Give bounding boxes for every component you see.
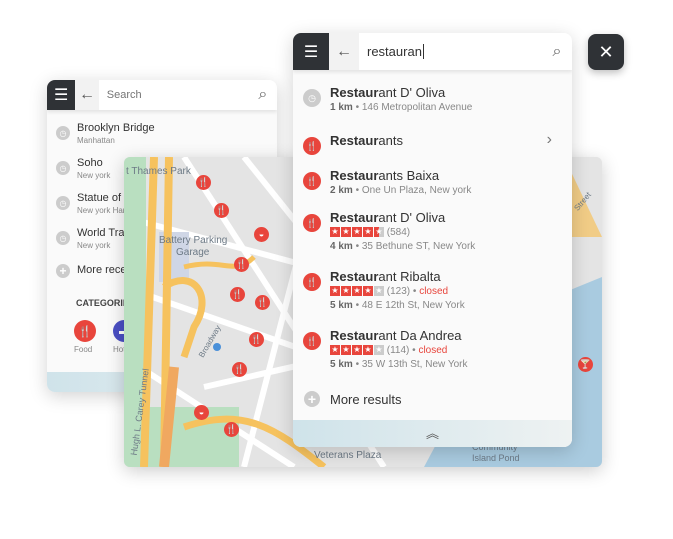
recent-name: Brooklyn Bridge [77,122,155,134]
star-icon: ★ [363,227,373,238]
result-meta: 2 km • One Un Plaza, New york [330,185,472,196]
fork-knife-icon: 🍴 [303,332,321,350]
back-button[interactable]: ← [329,33,359,70]
history-icon: ◷ [56,161,70,175]
restaurant-pin[interactable]: 🍴 [230,287,245,302]
recent-name: Soho [77,157,103,169]
cafe-pin[interactable]: ◒ [254,227,269,242]
star-icon: ★ [374,286,384,297]
history-icon: ◷ [56,126,70,140]
result-meta: 5 km • 35 W 13th St, New York [330,359,468,370]
search-input[interactable]: restauran [359,44,542,59]
fork-knife-icon: 🍴 [303,137,321,155]
plus-icon: + [304,391,320,407]
result-name: Restaurants Baixa [330,168,440,183]
result-meta: 5 km • 48 E 12th St, New York [330,300,465,311]
more-results[interactable]: + More results [293,390,572,410]
star-icon: ★ [330,227,340,238]
star-icon: ★ [374,227,384,238]
restaurant-pin[interactable]: 🍴 [232,362,247,377]
category-food[interactable]: 🍴 Food [74,320,96,354]
restaurant-pin[interactable]: 🍴 [255,295,270,310]
star-icon: ★ [352,345,362,356]
result-item[interactable]: 🍴 Restaurant Da Andrea ★ ★ ★ ★ ★ (114) • clos… [293,328,572,370]
star-icon: ★ [374,345,384,356]
star-icon: ★ [363,345,373,356]
review-count: (114) [386,345,410,356]
arrow-left-icon: ← [79,86,95,103]
menu-button[interactable]: ☰ [47,80,76,110]
hamburger-icon: ☰ [303,43,319,61]
history-icon: ◷ [303,89,321,107]
double-chevron-up-icon: ︽ [425,426,439,441]
map-label: Battery Parking [159,235,228,246]
chevron-right-icon: › [546,131,552,148]
fork-knife-icon: 🍴 [303,172,321,190]
star-icon: ★ [330,286,340,297]
result-name: Restaurant Ribalta [330,269,441,284]
star-icon: ★ [341,345,351,356]
restaurant-pin[interactable]: 🍴 [224,422,239,437]
hamburger-icon: ☰ [53,87,69,104]
star-icon: ★ [341,227,351,238]
search-results-panel: ☰ ← restauran ⌕ ◷ Restaurant D' Oliva 1 k… [293,33,572,447]
search-icon[interactable]: ⌕ [542,43,572,61]
arrow-left-icon: ← [336,42,352,60]
result-item[interactable]: 🍴 Restaurant Ribalta ★ ★ ★ ★ ★ (123) • closed… [293,269,572,311]
more-results-label: More results [330,392,402,407]
drink-pin[interactable]: 🍸 [578,357,593,372]
close-button[interactable]: ✕ [588,34,624,70]
restaurant-pin[interactable]: 🍴 [214,203,229,218]
search-input[interactable] [98,80,249,110]
result-name: Restaurant D' Oliva [330,210,446,225]
result-name: Restaurants [330,133,403,148]
star-icon: ★ [341,286,351,297]
map-label: t Thames Park [126,166,191,177]
review-count: (123) [386,286,411,297]
result-meta: 4 km • 35 Bethune ST, New York [330,241,476,252]
fork-knife-icon: 🍴 [74,320,96,342]
restaurant-pin[interactable]: 🍴 [249,332,264,347]
result-item[interactable]: 🍴 Restaurants Baixa 2 km • One Un Plaza, … [293,168,572,208]
status-closed: closed [418,345,448,356]
review-count: (584) [386,227,411,238]
rating: ★ ★ ★ ★ ★ (114) • closed [330,345,448,356]
cafe-pin[interactable]: ◒ [194,405,209,420]
plus-icon: + [56,264,70,278]
result-name: Restaurant Da Andrea [330,328,462,343]
expand-button[interactable]: ︽ [293,420,572,447]
map-label: Island Pond [472,453,520,463]
restaurant-pin[interactable]: 🍴 [196,175,211,190]
close-icon: ✕ [598,42,614,62]
star-icon: ★ [330,345,340,356]
search-bar: ☰ ← ⌕ [47,80,277,110]
fork-knife-icon: 🍴 [303,273,321,291]
recent-sub: New york [77,241,111,250]
rating: ★ ★ ★ ★ ★ (584) [330,227,410,238]
history-icon: ◷ [56,196,70,210]
result-item[interactable]: 🍴 Restaurants › [293,131,572,173]
result-name: Restaurant D' Oliva [330,85,446,100]
map-label: Veterans Plaza [314,450,382,461]
fork-knife-icon: 🍴 [303,214,321,232]
back-button[interactable]: ← [75,80,99,110]
recent-sub: Manhattan [77,136,115,145]
recent-item[interactable]: ◷ Brooklyn Bridge Manhattan [47,120,277,150]
map-label: Garage [176,247,210,258]
search-bar: ☰ ← restauran ⌕ [293,33,572,70]
rating: ★ ★ ★ ★ ★ (123) • closed [330,286,449,297]
star-icon: ★ [352,227,362,238]
search-icon[interactable]: ⌕ [249,86,277,104]
history-icon: ◷ [56,231,70,245]
category-label: Food [74,345,93,354]
result-item[interactable]: ◷ Restaurant D' Oliva 1 km • 146 Metropol… [293,85,572,125]
status-closed: closed [419,286,449,297]
result-meta: 1 km • 146 Metropolitan Avenue [330,102,473,113]
star-icon: ★ [363,286,373,297]
result-item[interactable]: 🍴 Restaurant D' Oliva ★ ★ ★ ★ ★ (584) 4 km • 3… [293,210,572,252]
menu-button[interactable]: ☰ [293,33,329,70]
recent-sub: New york [77,171,111,180]
restaurant-pin[interactable]: 🍴 [234,257,249,272]
star-icon: ★ [352,286,362,297]
